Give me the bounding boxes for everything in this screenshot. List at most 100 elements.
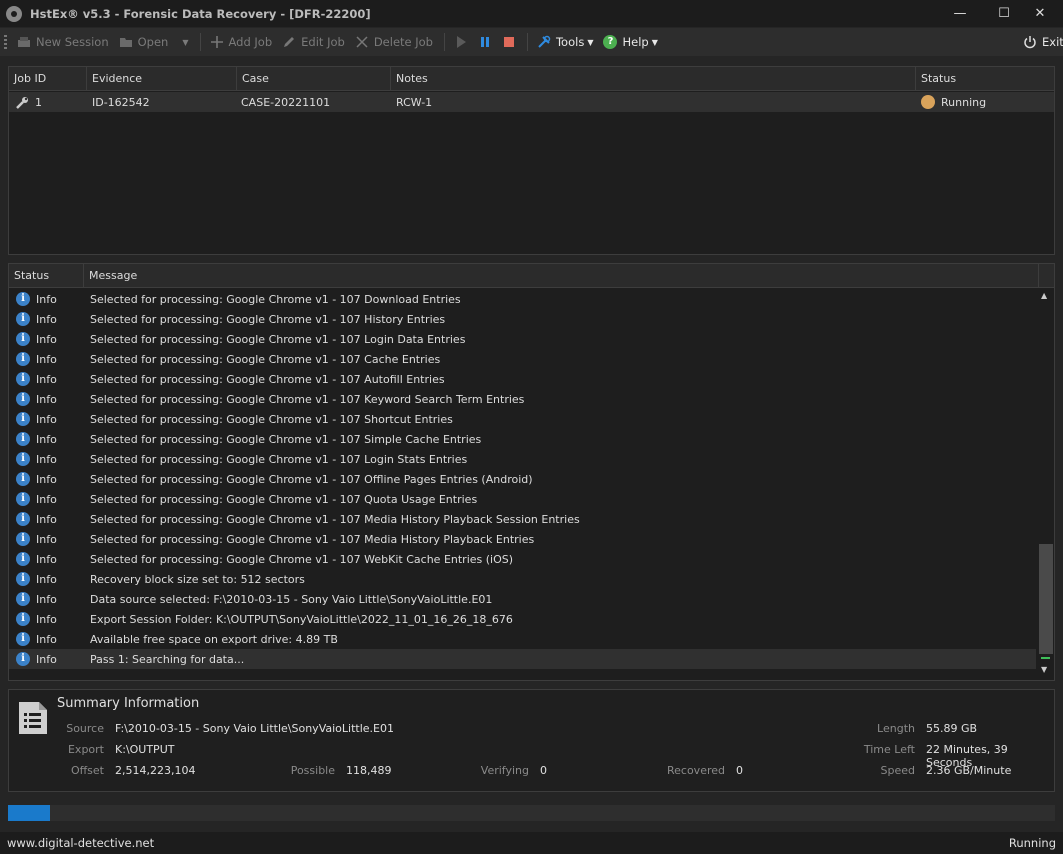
close-button[interactable]: ✕ — [1017, 0, 1063, 27]
info-icon: i — [16, 472, 30, 486]
log-status-cell: i Info — [16, 609, 57, 629]
log-row[interactable]: i Info Selected for processing: Google Chr… — [9, 449, 1036, 469]
log-status-cell: i Info — [16, 589, 57, 609]
log-status-label: Info — [36, 612, 57, 626]
tools-menu-button[interactable]: Tools ▼ — [533, 31, 598, 53]
case-cell: CASE-20221101 — [241, 95, 331, 109]
info-icon: i — [16, 652, 30, 666]
info-icon: i — [16, 572, 30, 586]
log-status-cell: i Info — [16, 429, 57, 449]
log-row[interactable]: i Info Selected for processing: Google Chr… — [9, 349, 1036, 369]
scroll-down-icon[interactable]: ▼ — [1041, 665, 1047, 674]
job-status-label: Running — [941, 95, 987, 109]
log-message-cell: Selected for processing: Google Chrome v… — [90, 552, 514, 566]
column-header-status[interactable]: Status — [916, 67, 1054, 91]
log-row[interactable]: i Info Export Session Folder: K:\OUTPUT\So… — [9, 609, 1036, 629]
info-icon: i — [16, 312, 30, 326]
message-log: Status Message i Info Selected for process… — [8, 263, 1055, 681]
log-status-label: Info — [36, 552, 57, 566]
tools-icon — [537, 35, 551, 49]
log-row[interactable]: i Info Recovery block size set to: 512 sec… — [9, 569, 1036, 589]
minimize-button[interactable]: — — [937, 0, 983, 27]
log-row[interactable]: i Info Selected for processing: Google Chr… — [9, 469, 1036, 489]
delete-job-button[interactable]: Delete Job — [351, 31, 437, 53]
log-row[interactable]: i Info Selected for processing: Google Chr… — [9, 309, 1036, 329]
log-scrollbar[interactable]: ▲ ▼ — [1037, 288, 1054, 678]
toolbar-grip[interactable] — [4, 35, 7, 49]
column-header-job-id[interactable]: Job ID — [9, 67, 87, 91]
log-row[interactable]: i Info Pass 1: Searching for data... — [9, 649, 1036, 669]
time-left-label: Time Left — [863, 743, 915, 756]
status-state: Running — [1008, 836, 1056, 850]
edit-job-label: Edit Job — [301, 35, 345, 49]
log-message-cell: Selected for processing: Google Chrome v… — [90, 292, 461, 306]
log-status-label: Info — [36, 312, 57, 326]
folder-open-icon — [119, 35, 133, 49]
stop-button[interactable] — [498, 31, 520, 53]
export-value: K:\OUTPUT — [115, 743, 175, 756]
log-row[interactable]: i Info Selected for processing: Google Chr… — [9, 389, 1036, 409]
log-status-cell: i Info — [16, 569, 57, 589]
log-row[interactable]: i Info Selected for processing: Google Chr… — [9, 329, 1036, 349]
length-value: 55.89 GB — [926, 722, 978, 735]
new-session-label: New Session — [36, 35, 109, 49]
log-row[interactable]: i Info Selected for processing: Google Chr… — [9, 289, 1036, 309]
column-header-notes[interactable]: Notes — [391, 67, 916, 91]
document-list-icon — [17, 700, 49, 739]
stop-icon — [502, 35, 516, 49]
wrench-icon — [16, 92, 29, 112]
open-button[interactable]: Open ▼ — [115, 31, 193, 53]
log-message-cell: Selected for processing: Google Chrome v… — [90, 392, 525, 406]
exit-button[interactable]: Exit — [1019, 31, 1063, 53]
pause-button[interactable] — [474, 31, 496, 53]
log-row[interactable]: i Info Selected for processing: Google Chr… — [9, 549, 1036, 569]
website-link[interactable]: www.digital-detective.net — [7, 836, 154, 850]
column-header-case[interactable]: Case — [237, 67, 391, 91]
log-row[interactable]: i Info Data source selected: F:\2010-03-15… — [9, 589, 1036, 609]
log-status-label: Info — [36, 512, 57, 526]
column-header-evidence[interactable]: Evidence — [87, 67, 237, 91]
log-message-cell: Available free space on export drive: 4.… — [90, 632, 338, 646]
status-bar: www.digital-detective.net Running — [0, 832, 1063, 854]
scroll-thumb[interactable] — [1039, 544, 1053, 654]
log-row[interactable]: i Info Available free space on export driv… — [9, 629, 1036, 649]
log-status-cell: i Info — [16, 349, 57, 369]
log-status-label: Info — [36, 492, 57, 506]
verifying-label: Verifying — [480, 764, 529, 777]
log-row[interactable]: i Info Selected for processing: Google Chr… — [9, 489, 1036, 509]
new-session-button[interactable]: New Session — [13, 31, 113, 53]
log-row[interactable]: i Info Selected for processing: Google Chr… — [9, 369, 1036, 389]
log-message-cell: Recovery block size set to: 512 sectors — [90, 572, 305, 586]
open-dropdown-icon[interactable]: ▼ — [182, 38, 188, 47]
log-status-label: Info — [36, 412, 57, 426]
edit-job-button[interactable]: Edit Job — [278, 31, 349, 53]
add-job-button[interactable]: Add Job — [206, 31, 277, 53]
info-icon: i — [16, 372, 30, 386]
offset-value: 2,514,223,104 — [115, 764, 196, 777]
speed-label: Speed — [880, 764, 915, 777]
recovered-label: Recovered — [666, 764, 725, 777]
log-status-cell: i Info — [16, 369, 57, 389]
log-status-cell: i Info — [16, 289, 57, 309]
column-header-message[interactable]: Message — [84, 264, 1039, 288]
column-header-log-status[interactable]: Status — [9, 264, 84, 288]
job-row[interactable]: 1 ID-162542 CASE-20221101 RCW-1 Running — [9, 92, 1054, 112]
log-row[interactable]: i Info Selected for processing: Google Chr… — [9, 429, 1036, 449]
log-message-cell: Selected for processing: Google Chrome v… — [90, 412, 453, 426]
power-icon — [1023, 35, 1037, 49]
log-message-cell: Selected for processing: Google Chrome v… — [90, 492, 478, 506]
help-dropdown-icon: ▼ — [651, 37, 658, 47]
log-row[interactable]: i Info Selected for processing: Google Chr… — [9, 409, 1036, 429]
info-icon: i — [16, 432, 30, 446]
help-menu-button[interactable]: ? Help ▼ — [599, 31, 661, 53]
log-row[interactable]: i Info Selected for processing: Google Chr… — [9, 509, 1036, 529]
pencil-icon — [282, 35, 296, 49]
log-row[interactable]: i Info Selected for processing: Google Chr… — [9, 529, 1036, 549]
toolbar-separator — [199, 33, 201, 51]
window-title: HstEx® v5.3 - Forensic Data Recovery - [… — [30, 6, 371, 21]
log-status-cell: i Info — [16, 409, 57, 429]
info-icon: i — [16, 632, 30, 646]
play-button[interactable] — [450, 31, 472, 53]
scroll-up-icon[interactable]: ▲ — [1041, 291, 1047, 300]
log-status-label: Info — [36, 592, 57, 606]
